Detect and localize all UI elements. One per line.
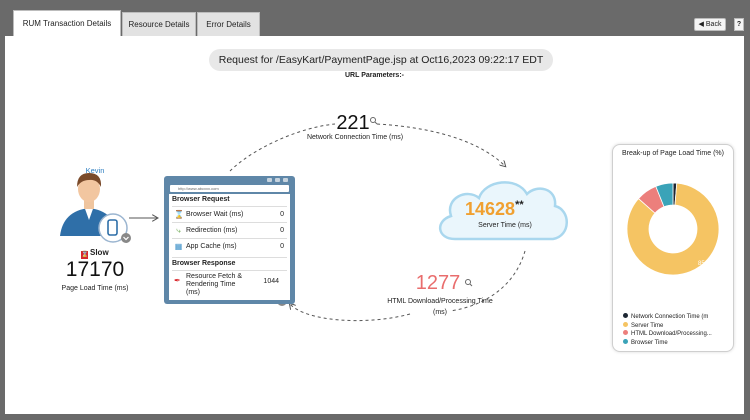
donut-center-label: 85 % <box>698 261 712 267</box>
resource-fetch-value: 1044 <box>263 278 279 285</box>
legend-item[interactable]: Network Connection Time (m <box>623 313 712 322</box>
legend-label: HTML Download/Processing... <box>631 331 712 337</box>
user-expand-icon[interactable] <box>121 233 131 243</box>
legend-dot-icon <box>623 313 628 318</box>
page-load-time-label: Page Load Time (ms) <box>61 285 129 292</box>
browser-window: http://www.abcxxx.com Browser Request ⌛ … <box>164 176 295 304</box>
user-name[interactable]: Kevin <box>80 166 110 175</box>
breakup-donut-chart: 85 % <box>626 182 720 276</box>
close-icon <box>283 178 288 182</box>
minimize-icon <box>267 178 272 182</box>
redirect-arrow-icon: ⤷ <box>176 226 181 235</box>
app-cache-label: App Cache (ms) <box>186 243 237 250</box>
legend-label: Network Connection Time (m <box>631 314 709 320</box>
legend-item[interactable]: HTML Download/Processing... <box>623 330 712 339</box>
html-time-value: 1277 <box>415 272 461 294</box>
page-load-time-value: 17170 <box>65 258 125 281</box>
page-load-breakup-card: Break-up of Page Load Time (%) 85 % Netw… <box>612 144 734 352</box>
network-time-label: Network Connection Time (ms) <box>306 134 404 141</box>
breakup-title: Break-up of Page Load Time (%) <box>622 150 724 157</box>
network-time-value: 221 <box>336 112 370 134</box>
breakup-legend: Network Connection Time (m Server Time HTM… <box>623 313 712 347</box>
legend-dot-icon <box>623 321 628 327</box>
tab-error-details[interactable]: Error Details <box>197 12 260 36</box>
rendering-brush-icon: ✒ <box>174 276 181 285</box>
help-button[interactable]: ? <box>734 18 744 31</box>
browser-body: Browser Request ⌛ Browser Wait (ms) 0 ⤷ … <box>169 194 290 300</box>
legend-item[interactable]: Server Time <box>623 321 712 331</box>
hourglass-icon: ⌛ <box>174 210 184 219</box>
app-cache-value: 0 <box>280 243 284 250</box>
app-cache-icon: ▦ <box>174 242 183 251</box>
server-time-value: 14628** <box>465 199 524 220</box>
legend-dot-icon <box>623 338 628 344</box>
html-time-label: HTML Download/Processing Time (ms) <box>387 298 493 316</box>
tab-bar: RUM Transaction Details Resource Details… <box>0 0 750 36</box>
back-button[interactable]: ◀ Back <box>694 18 726 31</box>
redirection-row: ⤷ Redirection (ms) 0 <box>172 222 287 238</box>
browser-wait-value: 0 <box>280 211 284 218</box>
app-cache-row: ▦ App Cache (ms) 0 <box>172 238 287 254</box>
redirection-value: 0 <box>280 227 284 234</box>
redirection-label: Redirection (ms) <box>186 227 238 234</box>
resource-fetch-row: ✒ Resource Fetch & Rendering Time (ms) 1… <box>172 270 287 296</box>
legend-label: Browser Time <box>631 339 668 346</box>
back-arrow-icon: ◀ <box>698 21 704 28</box>
server-time-number: 14628 <box>465 199 516 219</box>
tab-resource-details[interactable]: Resource Details <box>122 12 196 36</box>
address-bar: http://www.abcxxx.com <box>170 185 289 192</box>
maximize-icon <box>275 178 280 182</box>
browser-request-header: Browser Request <box>172 196 230 203</box>
browser-wait-label: Browser Wait (ms) <box>186 211 244 218</box>
legend-label: Server Time <box>631 322 664 329</box>
server-time-label: Server Time (ms) <box>478 222 532 229</box>
transaction-panel: Request for /EasyKart/PaymentPage.jsp at… <box>5 36 744 414</box>
back-button-label: Back <box>705 21 722 28</box>
tab-rum-transaction-details[interactable]: RUM Transaction Details <box>13 10 121 36</box>
resource-fetch-label: Resource Fetch & Rendering Time (ms) <box>186 273 243 296</box>
legend-item[interactable]: Browser Time <box>623 338 712 348</box>
server-time-suffix: ** <box>515 199 524 211</box>
browser-response-header: Browser Response <box>172 257 287 267</box>
browser-wait-row: ⌛ Browser Wait (ms) 0 <box>172 206 287 222</box>
legend-dot-icon <box>623 330 628 335</box>
status-label: Slow <box>90 248 109 257</box>
